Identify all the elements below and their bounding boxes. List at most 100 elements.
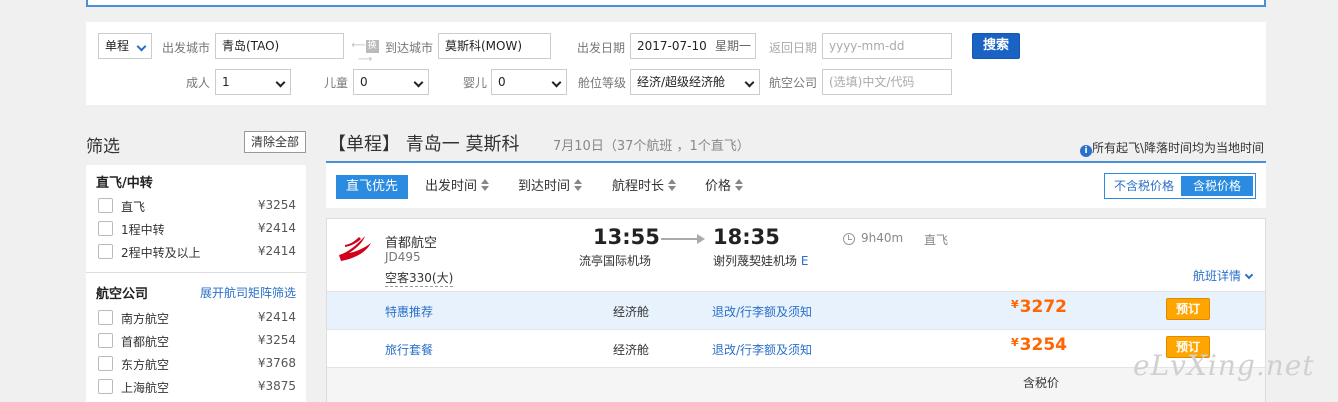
watermark: eLvXing.net [1133, 349, 1315, 382]
arrow-right-icon [697, 234, 705, 244]
adult-select[interactable]: 1 [215, 69, 291, 95]
depart-date-value: 2017-07-10 [637, 39, 707, 53]
search-button[interactable]: 搜索 [972, 33, 1020, 59]
filter-label: 首都航空 [121, 335, 170, 349]
price-value: 3272 [1019, 297, 1067, 317]
expand-airline-matrix-link[interactable]: 展开航司矩阵筛选 [200, 284, 296, 301]
fare-name[interactable]: 旅行套餐 [385, 341, 433, 358]
fare-cabin: 经济舱 [613, 343, 650, 357]
filter-label: 上海航空 [121, 381, 170, 395]
sort-label: 出发时间 [425, 179, 478, 194]
sort-duration[interactable]: 航程时长 [612, 175, 677, 199]
depart-airport: 流亭国际机场 [579, 254, 652, 268]
arrive-airport-name: 谢列蔑契娃机场 [713, 254, 798, 268]
fare-price: ¥3254 [1011, 335, 1067, 355]
cabin-select[interactable]: 经济/超级经济舱 [630, 69, 760, 95]
aircraft-type[interactable]: 空客330(大) [385, 269, 454, 287]
filter-airline-item[interactable]: 首都航空 ¥3254 [98, 332, 296, 350]
swap-cities-button[interactable]: ⟵ 换⟶ [348, 39, 382, 65]
arrive-terminal: E [800, 254, 809, 268]
fare-row: 旅行套餐 经济舱 退改/行李额及须知 ¥3254 预订 [327, 329, 1265, 367]
clock-icon [843, 233, 855, 245]
exclude-tax-option[interactable]: 不含税价格 [1107, 176, 1181, 196]
flight-card: 首都航空 JD495 空客330(大) 13:55 18:35 流亭国际机场 谢… [326, 218, 1266, 402]
results-subtitle: 7月10日（37个航班 ，1个直飞） [553, 139, 750, 154]
flight-stops: 直飞 [924, 233, 949, 247]
tax-note: 含税价 [1023, 376, 1060, 390]
adult-label: 成人 [186, 76, 211, 90]
sort-icon [481, 179, 490, 191]
filter-airline-item[interactable]: 东方航空 ¥3768 [98, 355, 296, 373]
sort-label: 航程时长 [612, 179, 665, 194]
sort-direct-first[interactable]: 直飞优先 [336, 175, 409, 199]
sort-price[interactable]: 价格 [705, 175, 744, 199]
timezone-note: i 所有起飞\降落时间均为当地时间 [1080, 139, 1264, 157]
depart-date-label: 出发日期 [577, 41, 626, 55]
filter-title: 筛选 [86, 137, 120, 157]
tax-bar [327, 367, 1265, 402]
checkbox[interactable] [98, 379, 113, 394]
fare-rules-link[interactable]: 退改/行李额及须知 [712, 303, 812, 320]
top-frame [86, 0, 1266, 7]
filter-airline-item[interactable]: 上海航空 ¥3875 [98, 378, 296, 396]
adult-value: 1 [222, 75, 230, 89]
checkbox[interactable] [98, 244, 113, 259]
filter-price: ¥3254 [257, 333, 296, 347]
trip-type-select[interactable]: 单程 [98, 33, 152, 59]
sort-bar: 直飞优先 出发时间 到达时间 航程时长 价格 不含税价格 含税价格 [326, 161, 1266, 208]
filter-price: ¥2414 [257, 221, 296, 235]
sort-label: 价格 [705, 179, 732, 194]
filter-direct[interactable]: 直飞 ¥3254 [98, 197, 296, 215]
results-title: 【单程】 青岛一 莫斯科 [328, 134, 520, 155]
checkbox[interactable] [98, 356, 113, 371]
infant-label: 婴儿 [463, 76, 488, 90]
filter-price: ¥3254 [257, 198, 296, 212]
filter-label: 2程中转及以上 [121, 246, 201, 260]
return-date-label: 返回日期 [769, 41, 818, 55]
sort-arrive-time[interactable]: 到达时间 [518, 175, 583, 199]
fare-cabin: 经济舱 [613, 305, 650, 319]
checkbox[interactable] [98, 333, 113, 348]
filter-price: ¥2414 [257, 310, 296, 324]
return-date-input[interactable]: yyyy-mm-dd [822, 33, 952, 59]
airline-label: 航空公司 [769, 76, 818, 90]
timezone-note-text: 所有起飞\降落时间均为当地时间 [1092, 141, 1265, 155]
cabin-label: 舱位等级 [578, 76, 627, 90]
include-tax-option[interactable]: 含税价格 [1181, 176, 1253, 196]
chevron-down-icon [275, 77, 286, 88]
fare-rules-link[interactable]: 退改/行李额及须知 [712, 341, 812, 358]
depart-city-input[interactable]: 青岛(TAO) [215, 33, 344, 59]
child-select[interactable]: 0 [353, 69, 429, 95]
depart-date-input[interactable]: 2017-07-10 星期一 [630, 33, 756, 59]
depart-city-label: 出发城市 [162, 41, 211, 55]
infant-select[interactable]: 0 [491, 69, 567, 95]
airline-name: 首都航空 [385, 236, 438, 251]
filter-airline-item[interactable]: 南方航空 ¥2414 [98, 309, 296, 327]
chevron-down-icon [551, 77, 562, 88]
checkbox[interactable] [98, 221, 113, 236]
flight-number: JD495 [385, 250, 421, 264]
airline-input[interactable]: (选填)中文/代码 [822, 69, 952, 95]
arrive-airport: 谢列蔑契娃机场 E [713, 252, 808, 269]
depart-weekday: 星期一 [714, 39, 751, 53]
clear-all-button[interactable]: 清除全部 [244, 131, 306, 153]
sort-depart-time[interactable]: 出发时间 [425, 175, 490, 199]
filter-one-stop[interactable]: 1程中转 ¥2414 [98, 220, 296, 238]
currency-symbol: ¥ [1011, 336, 1019, 349]
divider [86, 272, 306, 273]
cabin-value: 经济/超级经济舱 [637, 75, 726, 89]
filter-two-stop[interactable]: 2程中转及以上 ¥2414 [98, 243, 296, 261]
fare-name[interactable]: 特惠推荐 [385, 303, 433, 320]
book-button[interactable]: 预订 [1166, 298, 1210, 320]
price-value: 3254 [1019, 335, 1067, 355]
checkbox[interactable] [98, 198, 113, 213]
arrive-city-input[interactable]: 莫斯科(MOW) [438, 33, 551, 59]
filter-label: 直飞 [121, 200, 146, 214]
child-value: 0 [360, 75, 368, 89]
airline-logo-icon [339, 236, 371, 261]
filter-price: ¥3875 [257, 379, 296, 393]
search-panel: 单程 出发城市 青岛(TAO) ⟵ 换⟶ 到达城市 莫斯科(MOW) 出发日期 2… [86, 22, 1266, 105]
arrive-city-label: 到达城市 [385, 41, 434, 55]
flight-details-link[interactable]: 航班详情 [1193, 267, 1254, 284]
checkbox[interactable] [98, 310, 113, 325]
